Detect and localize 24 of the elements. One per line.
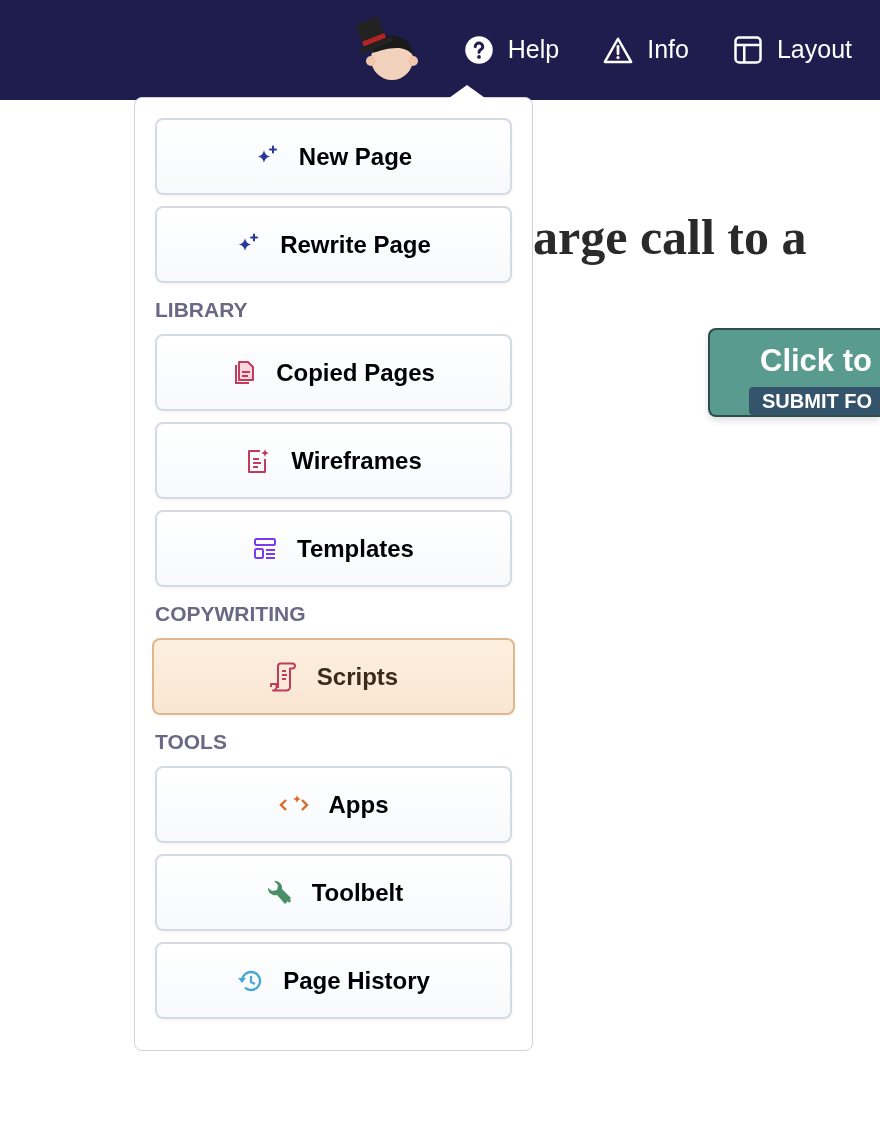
cta-badge: SUBMIT FO	[749, 387, 880, 415]
menu-item[interactable]: New Page	[155, 118, 512, 195]
section-heading: TOOLS	[155, 731, 228, 752]
history-icon	[237, 968, 264, 993]
menu-item[interactable]: Templates	[155, 510, 512, 587]
document-icon	[232, 359, 257, 386]
template-icon	[253, 536, 278, 561]
menu-item[interactable]: Wireframes	[155, 422, 512, 499]
nav-link[interactable]: Layout	[732, 31, 852, 69]
layout-icon	[732, 35, 763, 65]
section-heading: COPYWRITING	[155, 603, 307, 624]
cta-button[interactable]: Click to SUBMIT FO	[708, 328, 880, 417]
menu-item[interactable]: Rewrite Page	[155, 206, 512, 283]
menu-item[interactable]: Copied Pages	[155, 334, 512, 411]
help-icon	[463, 35, 494, 65]
menu-item[interactable]: Page History	[155, 942, 512, 1019]
section-heading: LIBRARY	[155, 299, 249, 320]
menu-item[interactable]: Scripts	[152, 638, 515, 715]
nav-link[interactable]: Info	[603, 31, 689, 69]
warning-icon	[603, 36, 634, 64]
menu-item[interactable]: Toolbelt	[155, 854, 512, 931]
scroll-icon	[268, 661, 297, 692]
nav-link[interactable]: Help	[463, 31, 560, 69]
menu-item[interactable]: Apps	[155, 766, 512, 843]
